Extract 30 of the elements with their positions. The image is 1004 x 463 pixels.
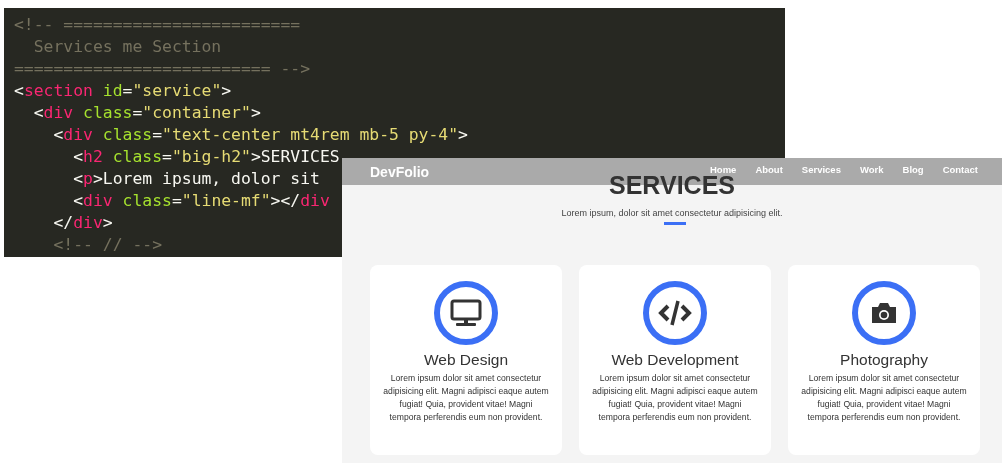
accent-line: [664, 222, 686, 225]
card-description: Lorem ipsum dolor sit amet consectetur adipisicing elit. Magni adipisci eaque autem fugiat! Quia, provident vitae! Magni tempora perferendis eum non provident.: [800, 372, 968, 424]
code-line: </div>: [52, 212, 113, 234]
nav-link[interactable]: About: [755, 163, 783, 175]
code-icon: [658, 300, 692, 326]
code-line: <p>Lorem ipsum, dolor sit: [72, 168, 320, 190]
code-line: <!-- ========================: [14, 14, 301, 36]
card-title: Photography: [840, 351, 928, 369]
camera-icon: [870, 301, 898, 325]
code-line: Services me Section: [32, 36, 222, 58]
card-title: Web Design: [423, 351, 509, 369]
nav-link[interactable]: Contact: [942, 163, 978, 175]
nav-link[interactable]: Home: [710, 163, 737, 175]
code-line: <h2 class="big-h2">SERVICES: [72, 146, 340, 168]
brand-logo[interactable]: DevFolio: [370, 163, 430, 180]
card-title: Web Development: [611, 351, 739, 369]
code-line: <!-- // -->: [52, 234, 163, 256]
code-line: <div class="container">: [32, 102, 261, 124]
section-subtitle: Lorem ipsum, dolor sit amet consectetur adipisicing elit.: [561, 208, 783, 218]
card-description: Lorem ipsum dolor sit amet consectetur adipisicing elit. Magni adipisci eaque autem fugiat! Quia, provident vitae! Magni tempora perferendis eum non provident.: [591, 372, 759, 424]
nav-link[interactable]: Work: [859, 163, 884, 175]
code-line: <div class="line-mf"></div: [72, 190, 330, 212]
code-line: ========================== -->: [14, 58, 311, 80]
nav-link[interactable]: Blog: [902, 163, 924, 175]
monitor-icon: [450, 299, 482, 327]
nav-link[interactable]: Services: [801, 163, 841, 175]
code-line: <div class="text-center mt4rem mb-5 py-4">: [52, 124, 468, 146]
section-heading: SERVICES: [609, 175, 735, 196]
code-line: <section id="service">: [14, 80, 232, 102]
card-description: Lorem ipsum dolor sit amet consectetur adipisicing elit. Magni adipisci eaque autem fugiat! Quia, provident vitae! Magni tempora perferendis eum non provident.: [382, 372, 550, 424]
